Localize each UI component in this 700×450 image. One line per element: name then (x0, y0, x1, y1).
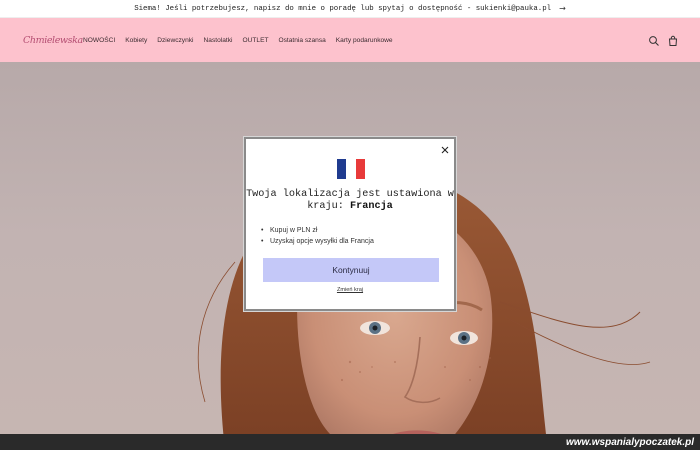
cart-icon[interactable] (667, 34, 679, 46)
site-header: ... Chmielewska NOWOŚCI Kobiety Dziewczy… (0, 18, 700, 62)
site-logo[interactable]: ... Chmielewska (22, 30, 83, 50)
change-country-link[interactable]: Zmień kraj (246, 287, 454, 293)
nav-item-dziewczynki[interactable]: Dziewczynki (157, 37, 193, 44)
close-icon[interactable] (440, 142, 450, 154)
nav-item-ostatnia-szansa[interactable]: Ostatnia szansa (279, 37, 326, 44)
announcement-bar[interactable]: Siema! Jeśli potrzebujesz, napisz do mni… (0, 0, 700, 18)
main-nav: NOWOŚCI Kobiety Dziewczynki Nastolatki O… (83, 18, 403, 62)
continue-button[interactable]: Kontynuuj (263, 258, 439, 282)
country-selector-modal: Twoja lokalizacja jest ustawiona w kraju… (244, 137, 456, 311)
list-item: Kupuj w PLN zł (260, 225, 374, 236)
modal-benefits-list: Kupuj w PLN zł Uzyskaj opcje wysyłki dla… (260, 225, 374, 247)
search-icon[interactable] (648, 34, 660, 46)
france-flag-icon (337, 159, 365, 179)
nav-item-outlet[interactable]: OUTLET (242, 37, 268, 44)
arrow-right-icon[interactable]: → (559, 4, 566, 13)
logo-main-text: Chmielewska (23, 35, 83, 46)
nav-item-karty-podarunkowe[interactable]: Karty podarunkowe (336, 37, 393, 44)
list-item: Uzyskaj opcje wysyłki dla Francja (260, 236, 374, 247)
announcement-text: Siema! Jeśli potrzebujesz, napisz do mni… (134, 4, 552, 13)
modal-title-country: Francja (350, 201, 393, 212)
modal-title: Twoja lokalizacja jest ustawiona w kraju… (246, 189, 454, 213)
logo-small-text: ... (34, 30, 37, 34)
watermark-text: www.wspanialypoczatek.pl (566, 436, 694, 448)
nav-item-nowosci[interactable]: NOWOŚCI (83, 37, 115, 44)
nav-item-nastolatki[interactable]: Nastolatki (204, 37, 233, 44)
nav-item-kobiety[interactable]: Kobiety (125, 37, 147, 44)
watermark-bar: www.wspanialypoczatek.pl (0, 434, 700, 450)
